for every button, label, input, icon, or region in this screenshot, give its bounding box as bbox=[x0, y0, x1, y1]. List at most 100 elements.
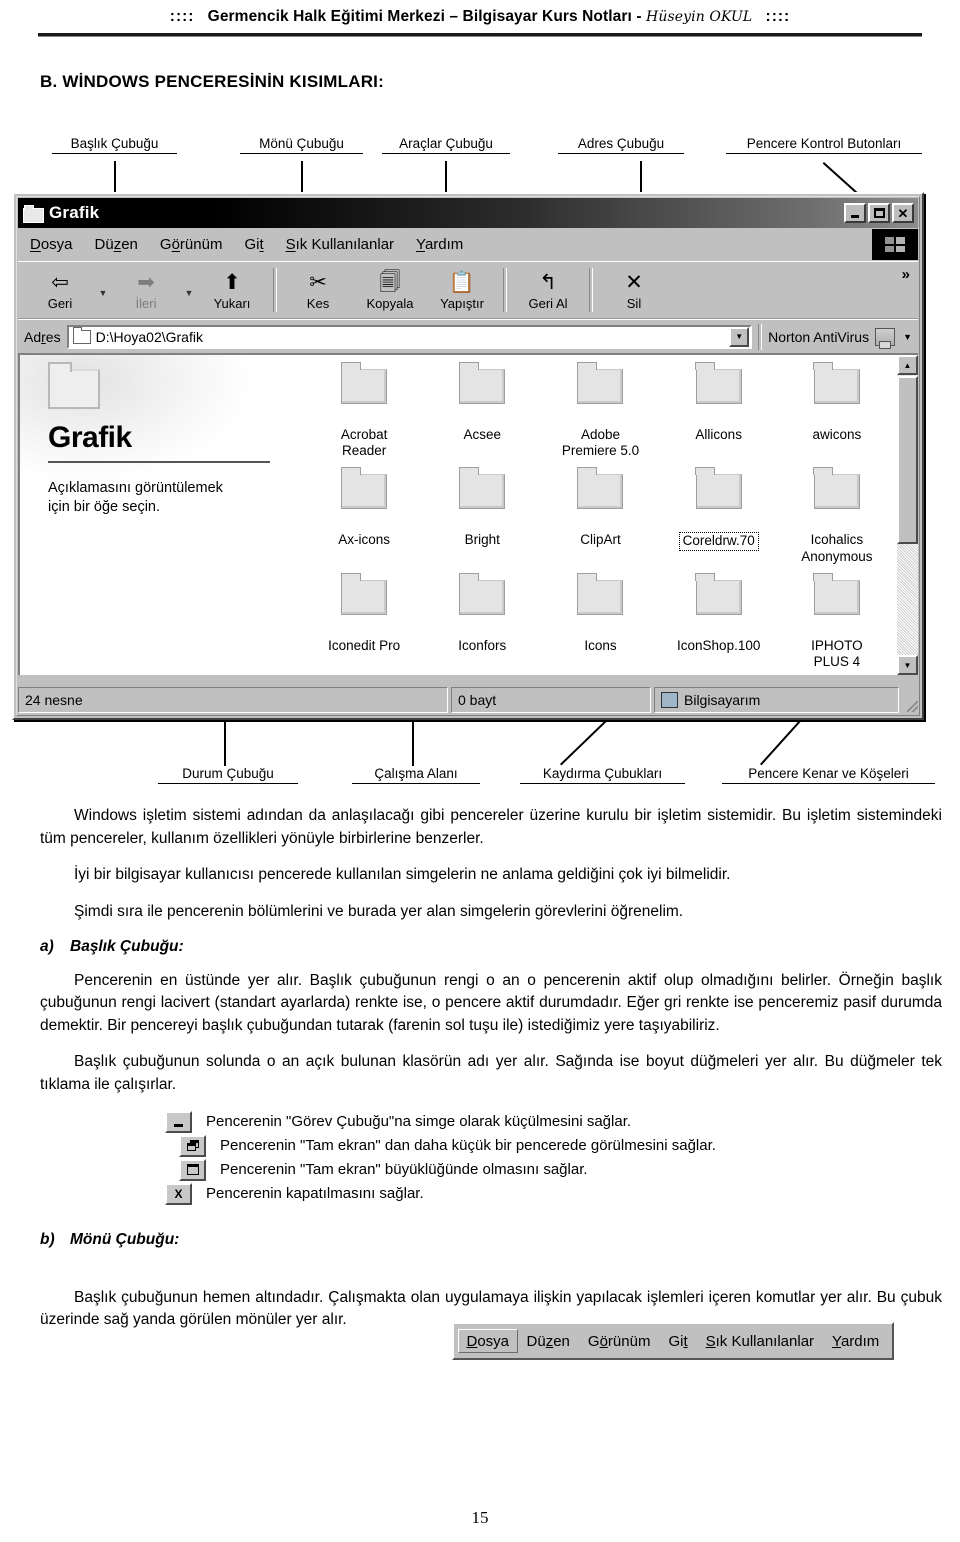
folder-label: Ax-icons bbox=[338, 532, 390, 548]
antivirus-icon bbox=[875, 327, 896, 349]
folder-label: awicons bbox=[812, 427, 862, 442]
toolbar-button-kopyala[interactable]: 🗐 Kopyala bbox=[354, 269, 426, 312]
menu-sample-item[interactable]: Git bbox=[659, 1329, 696, 1354]
folder-label: Allicons bbox=[695, 427, 742, 442]
folder-icon bbox=[23, 205, 44, 223]
scroll-down-button[interactable]: ▼ bbox=[897, 655, 918, 675]
menu-item-yardim[interactable]: Yardım bbox=[416, 236, 463, 253]
toolbar-overflow-chevron-icon[interactable]: » bbox=[902, 266, 910, 283]
address-dropdown-button[interactable]: ▼ bbox=[729, 326, 750, 347]
menu-item-duzen[interactable]: Düzen bbox=[95, 236, 138, 253]
scroll-track[interactable] bbox=[897, 544, 918, 655]
callout-status-bar: Durum Çubuğu bbox=[158, 766, 298, 784]
toolbar-button-geri[interactable]: ⇦ Geri bbox=[24, 269, 96, 312]
close-button[interactable]: ✕ bbox=[892, 203, 914, 223]
vertical-scrollbar[interactable]: ▲ ▼ bbox=[896, 355, 918, 675]
left-pane-divider bbox=[48, 461, 270, 463]
subheading-b-label: Mönü Çubuğu: bbox=[70, 1230, 180, 1248]
left-info-pane: Grafik Açıklamasını görüntülemek için bi… bbox=[20, 355, 305, 675]
paragraph-title-bar-1: Pencerenin en üstünde yer alır. Başlık ç… bbox=[40, 971, 942, 1034]
menu-item-gorunum[interactable]: Görünüm bbox=[160, 236, 223, 253]
folder-item[interactable]: IconShop.100 bbox=[660, 572, 778, 671]
work-area: Grafik Açıklamasını görüntülemek için bi… bbox=[18, 353, 918, 675]
large-folder-icon bbox=[48, 362, 100, 409]
callout-menu-bar: Mönü Çubuğu bbox=[240, 136, 363, 154]
folder-label: IPHOTO PLUS 4 bbox=[811, 637, 863, 670]
maximize-button[interactable] bbox=[868, 203, 890, 223]
callout-title-bar: Başlık Çubuğu bbox=[52, 136, 177, 154]
address-folder-icon bbox=[72, 326, 91, 344]
folder-label: Iconedit Pro bbox=[328, 637, 401, 653]
toolbar-button-yapistir[interactable]: 📋 Yapıştır bbox=[426, 269, 498, 312]
paragraph-next-steps: Şimdi sıra ile pencerenin bölümlerini ve… bbox=[74, 902, 684, 920]
folder-item[interactable]: Bright bbox=[423, 467, 541, 565]
folder-item[interactable]: Iconfors bbox=[423, 572, 541, 671]
resize-grip[interactable] bbox=[902, 687, 918, 713]
folder-item[interactable]: Adobe Premiere 5.0 bbox=[541, 362, 659, 460]
forward-arrow-icon: ➡ bbox=[137, 270, 155, 294]
menu-item-sik-kullanilanlar[interactable]: Sık Kullanılanlar bbox=[286, 236, 394, 253]
scroll-up-button[interactable]: ▲ bbox=[897, 355, 918, 375]
folder-label: Bright bbox=[464, 532, 500, 548]
header-dots-right: :::: bbox=[765, 8, 791, 25]
folder-item[interactable]: IPHOTO PLUS 4 bbox=[778, 572, 896, 671]
toolbar-button-geri-al[interactable]: ↰ Geri Al bbox=[512, 269, 584, 312]
toolbar-button-ileri[interactable]: ➡ İleri bbox=[110, 269, 182, 312]
folder-item[interactable]: ClipArt bbox=[541, 467, 659, 565]
folder-icon bbox=[340, 362, 388, 404]
scroll-thumb[interactable] bbox=[897, 376, 918, 544]
header-course-title: Germencik Halk Eğitimi Merkezi – Bilgisa… bbox=[207, 8, 647, 25]
minimize-button[interactable] bbox=[844, 203, 866, 223]
folder-label: Coreldrw.70 bbox=[678, 532, 759, 551]
button-description-row: Pencerenin "Görev Çubuğu"na simge olarak… bbox=[165, 1110, 960, 1133]
folder-item[interactable]: awicons bbox=[778, 362, 896, 460]
menu-item-git[interactable]: Git bbox=[244, 236, 263, 253]
paragraph-intro: Windows işletim sistemi adından da anlaş… bbox=[40, 807, 942, 847]
toolbar-button-kes[interactable]: ✂ Kes bbox=[282, 269, 354, 312]
computer-icon bbox=[661, 692, 678, 708]
menu-sample-item[interactable]: Dosya bbox=[458, 1329, 518, 1353]
left-pane-description: Açıklamasını görüntülemek için bir öğe s… bbox=[48, 480, 223, 516]
toolbar-separator-3 bbox=[589, 268, 593, 312]
antivirus-label: Norton AntiVirus bbox=[768, 328, 870, 345]
status-bar: 24 nesne 0 bayt Bilgisayarım bbox=[18, 687, 918, 713]
toolbar-separator-2 bbox=[503, 268, 507, 312]
toolbar-button-sil[interactable]: ✕ Sil bbox=[598, 269, 670, 312]
subheading-menu-bar: b) Mönü Çubuğu: bbox=[0, 1231, 960, 1249]
forward-dropdown-arrow[interactable]: ▼ bbox=[182, 288, 196, 298]
folder-item[interactable]: Acrobat Reader bbox=[305, 362, 423, 460]
header-divider bbox=[38, 33, 922, 37]
windows-logo-icon[interactable] bbox=[872, 229, 918, 260]
folder-item[interactable]: Coreldrw.70 bbox=[660, 467, 778, 565]
folder-icon bbox=[813, 572, 860, 615]
menu-sample-item[interactable]: Sık Kullanılanlar bbox=[697, 1329, 823, 1354]
folder-item[interactable]: Ax-icons bbox=[305, 467, 423, 565]
antivirus-dropdown-arrow[interactable]: ▼ bbox=[903, 332, 912, 342]
folder-icon bbox=[458, 572, 506, 615]
triangle-up-icon: ▲ bbox=[903, 360, 912, 370]
button-description-text: Pencerenin "Görev Çubuğu"na simge olarak… bbox=[206, 1113, 632, 1131]
menu-sample-item[interactable]: Yardım bbox=[823, 1329, 888, 1354]
menu-sample-item[interactable]: Görünüm bbox=[579, 1329, 660, 1354]
menu-sample-item[interactable]: Düzen bbox=[518, 1329, 579, 1354]
callout-work-area: Çalışma Alanı bbox=[352, 766, 480, 784]
maximize-icon bbox=[873, 208, 885, 218]
folder-item[interactable]: Icons bbox=[541, 572, 659, 671]
toolbar-button-yukari[interactable]: ⬆ Yukarı bbox=[196, 269, 268, 312]
folder-label: IconShop.100 bbox=[677, 637, 761, 653]
folder-item[interactable]: Iconedit Pro bbox=[305, 572, 423, 671]
folder-item[interactable]: Allicons bbox=[660, 362, 778, 460]
folder-item[interactable]: Icohalics Anonymous bbox=[778, 467, 896, 565]
address-value: D:\Hoya02\Grafik bbox=[95, 328, 203, 345]
folder-label: Adobe Premiere 5.0 bbox=[561, 427, 640, 459]
toolbar: ⇦ Geri ▼ ➡ İleri ▼ ⬆ Yukarı ✂ Kes 🗐 Kopy… bbox=[18, 261, 918, 319]
title-bar[interactable]: Grafik ✕ bbox=[18, 198, 918, 228]
triangle-down-icon: ▼ bbox=[903, 660, 912, 670]
folder-item[interactable]: Acsee bbox=[423, 362, 541, 460]
address-input[interactable]: D:\Hoya02\Grafik ▼ bbox=[66, 324, 753, 349]
folder-label: ClipArt bbox=[580, 532, 621, 548]
back-dropdown-arrow[interactable]: ▼ bbox=[96, 288, 110, 298]
callout-scrollbars: Kaydırma Çubukları bbox=[520, 766, 685, 784]
menu-item-dosya[interactable]: Dosya bbox=[30, 236, 73, 253]
delete-x-icon: ✕ bbox=[625, 270, 643, 294]
